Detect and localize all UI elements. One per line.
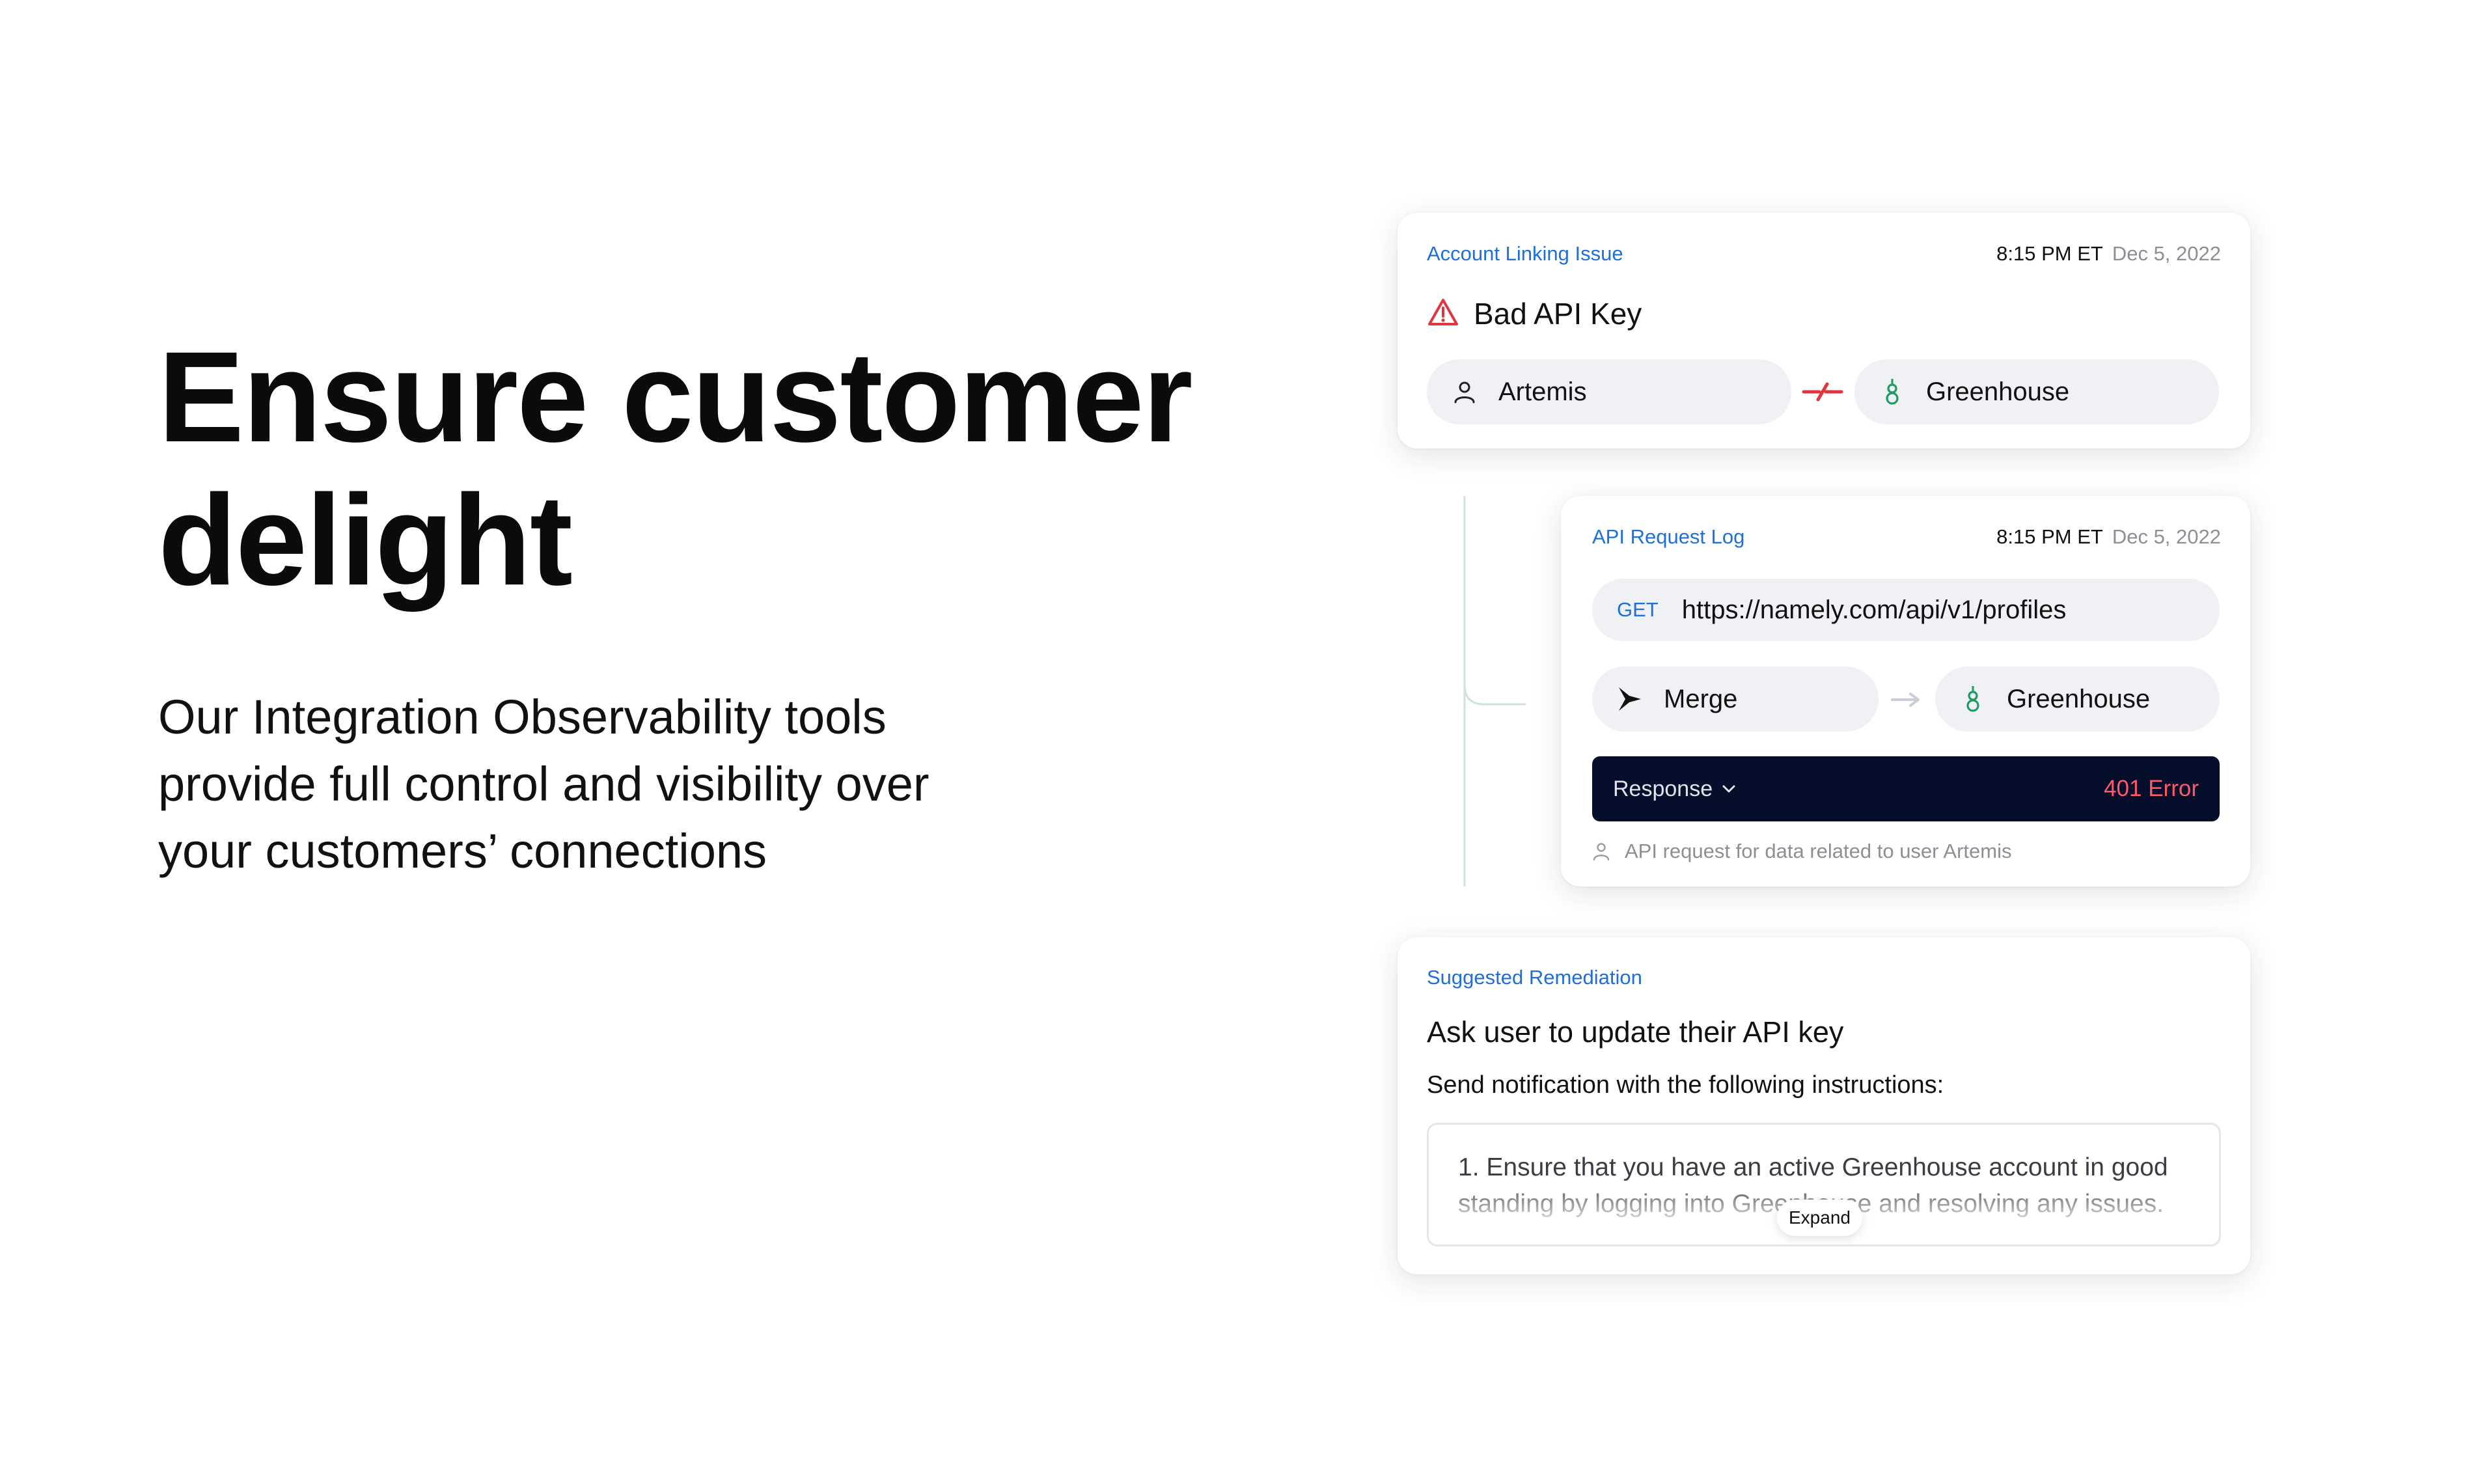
response-label-text: Response (1613, 776, 1713, 801)
step-number: 1. (1458, 1153, 1480, 1181)
hero-title-line-1: Ensure customer (158, 325, 1193, 469)
integration-pill[interactable]: Greenhouse (1854, 359, 2219, 424)
timestamp-time: 8:15 PM ET (1996, 525, 2103, 548)
response-dropdown-label: Response (1613, 776, 1736, 802)
request-footnote: API request for data related to user Art… (1592, 840, 2011, 863)
request-url: https://namely.com/api/v1/profiles (1681, 595, 2067, 624)
user-icon (1592, 842, 1610, 861)
chevron-down-icon (1722, 785, 1735, 793)
hero-subtitle-line-1: Our Integration Observability tools (158, 690, 887, 744)
timeline-connector (1463, 496, 1526, 886)
timestamp-time: 8:15 PM ET (1996, 242, 2103, 265)
card-eyebrow: Suggested Remediation (1427, 966, 1642, 989)
hero-title: Ensure customer delight (158, 325, 1265, 612)
remediation-instruction: Send notification with the following ins… (1427, 1071, 1944, 1099)
hero-subtitle: Our Integration Observability tools prov… (158, 683, 1069, 885)
source-pill[interactable]: Merge (1592, 666, 1879, 732)
http-method-badge: GET (1617, 598, 1659, 621)
api-request-log-card: API Request Log 8:15 PM ET Dec 5, 2022 GE… (1561, 496, 2250, 886)
greenhouse-logo-icon (1877, 376, 1908, 407)
footnote-text: API request for data related to user Art… (1625, 840, 2012, 862)
response-dropdown[interactable]: Response 401 Error (1592, 756, 2220, 821)
card-eyebrow: Account Linking Issue (1427, 242, 1623, 265)
hero-title-line-2: delight (158, 468, 573, 612)
greenhouse-logo-icon (1957, 683, 1989, 715)
warning-triangle-icon (1427, 297, 1459, 331)
target-pill[interactable]: Greenhouse (1935, 666, 2220, 732)
instructions-box: 1. Ensure that you have an active Greenh… (1427, 1123, 2221, 1246)
hero-subtitle-line-3: your customers’ connections (158, 824, 767, 878)
merge-logo-icon (1614, 683, 1646, 715)
response-status-badge: 401 Error (2104, 776, 2199, 801)
user-icon (1449, 376, 1480, 407)
hero-subtitle-line-2: provide full control and visibility over (158, 757, 930, 811)
remediation-title: Ask user to update their API key (1427, 1015, 1844, 1049)
user-pill-label: Artemis (1498, 377, 1587, 406)
request-url-pill[interactable]: GET https://namely.com/api/v1/profiles (1592, 579, 2220, 641)
suggested-remediation-card: Suggested Remediation Ask user to update… (1398, 937, 2250, 1274)
issue-title-row: Bad API Key (1427, 296, 1642, 331)
source-pill-label: Merge (1664, 684, 1738, 713)
broken-link-icon (1800, 379, 1845, 405)
card-eyebrow: API Request Log (1592, 525, 1745, 548)
timestamp-date: Dec 5, 2022 (2112, 242, 2221, 265)
timestamp: 8:15 PM ET Dec 5, 2022 (1996, 242, 2221, 266)
page: Ensure customer delight Our Integration … (0, 0, 2480, 1484)
account-linking-issue-card: Account Linking Issue 8:15 PM ET Dec 5, 2… (1398, 213, 2250, 448)
timestamp: 8:15 PM ET Dec 5, 2022 (1996, 525, 2221, 549)
arrow-right-icon (1890, 691, 1923, 708)
user-pill[interactable]: Artemis (1427, 359, 1791, 424)
target-pill-label: Greenhouse (2007, 684, 2151, 713)
issue-title: Bad API Key (1474, 297, 1642, 331)
timestamp-date: Dec 5, 2022 (2112, 525, 2221, 548)
expand-button[interactable]: Expand (1777, 1200, 1862, 1236)
integration-pill-label: Greenhouse (1926, 377, 2070, 406)
